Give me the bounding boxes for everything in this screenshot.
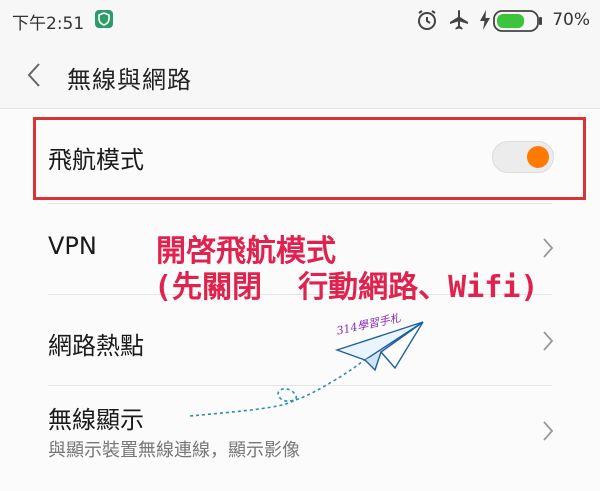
chevron-right-icon xyxy=(543,238,554,258)
battery-icon xyxy=(493,10,542,32)
page-title: 無線與網路 xyxy=(67,66,192,94)
chevron-right-icon xyxy=(543,421,554,441)
wireless-display-label: 無線顯示 xyxy=(48,406,144,434)
chevron-right-icon xyxy=(543,331,554,351)
airplane-icon xyxy=(450,10,468,30)
battery-percent: 70% xyxy=(552,10,590,30)
status-bar: 下午2:51 70% xyxy=(0,0,600,42)
vpn-label: VPN xyxy=(48,232,97,260)
highlight-box xyxy=(33,117,586,200)
alarm-icon xyxy=(418,10,436,30)
charging-icon xyxy=(480,10,490,30)
shield-icon xyxy=(95,10,113,28)
status-icons: 70% xyxy=(415,8,590,34)
wireless-display-subtitle: 與顯示裝置無線連線，顯示影像 xyxy=(48,440,300,461)
page-header: 無線與網路 xyxy=(0,42,600,109)
chevron-left-icon[interactable] xyxy=(26,62,42,88)
status-time: 下午2:51 xyxy=(12,14,85,34)
hotspot-label: 網路熱點 xyxy=(48,332,144,360)
annotation-line2: (先關閉 行動網路、Wifi) xyxy=(154,270,539,305)
